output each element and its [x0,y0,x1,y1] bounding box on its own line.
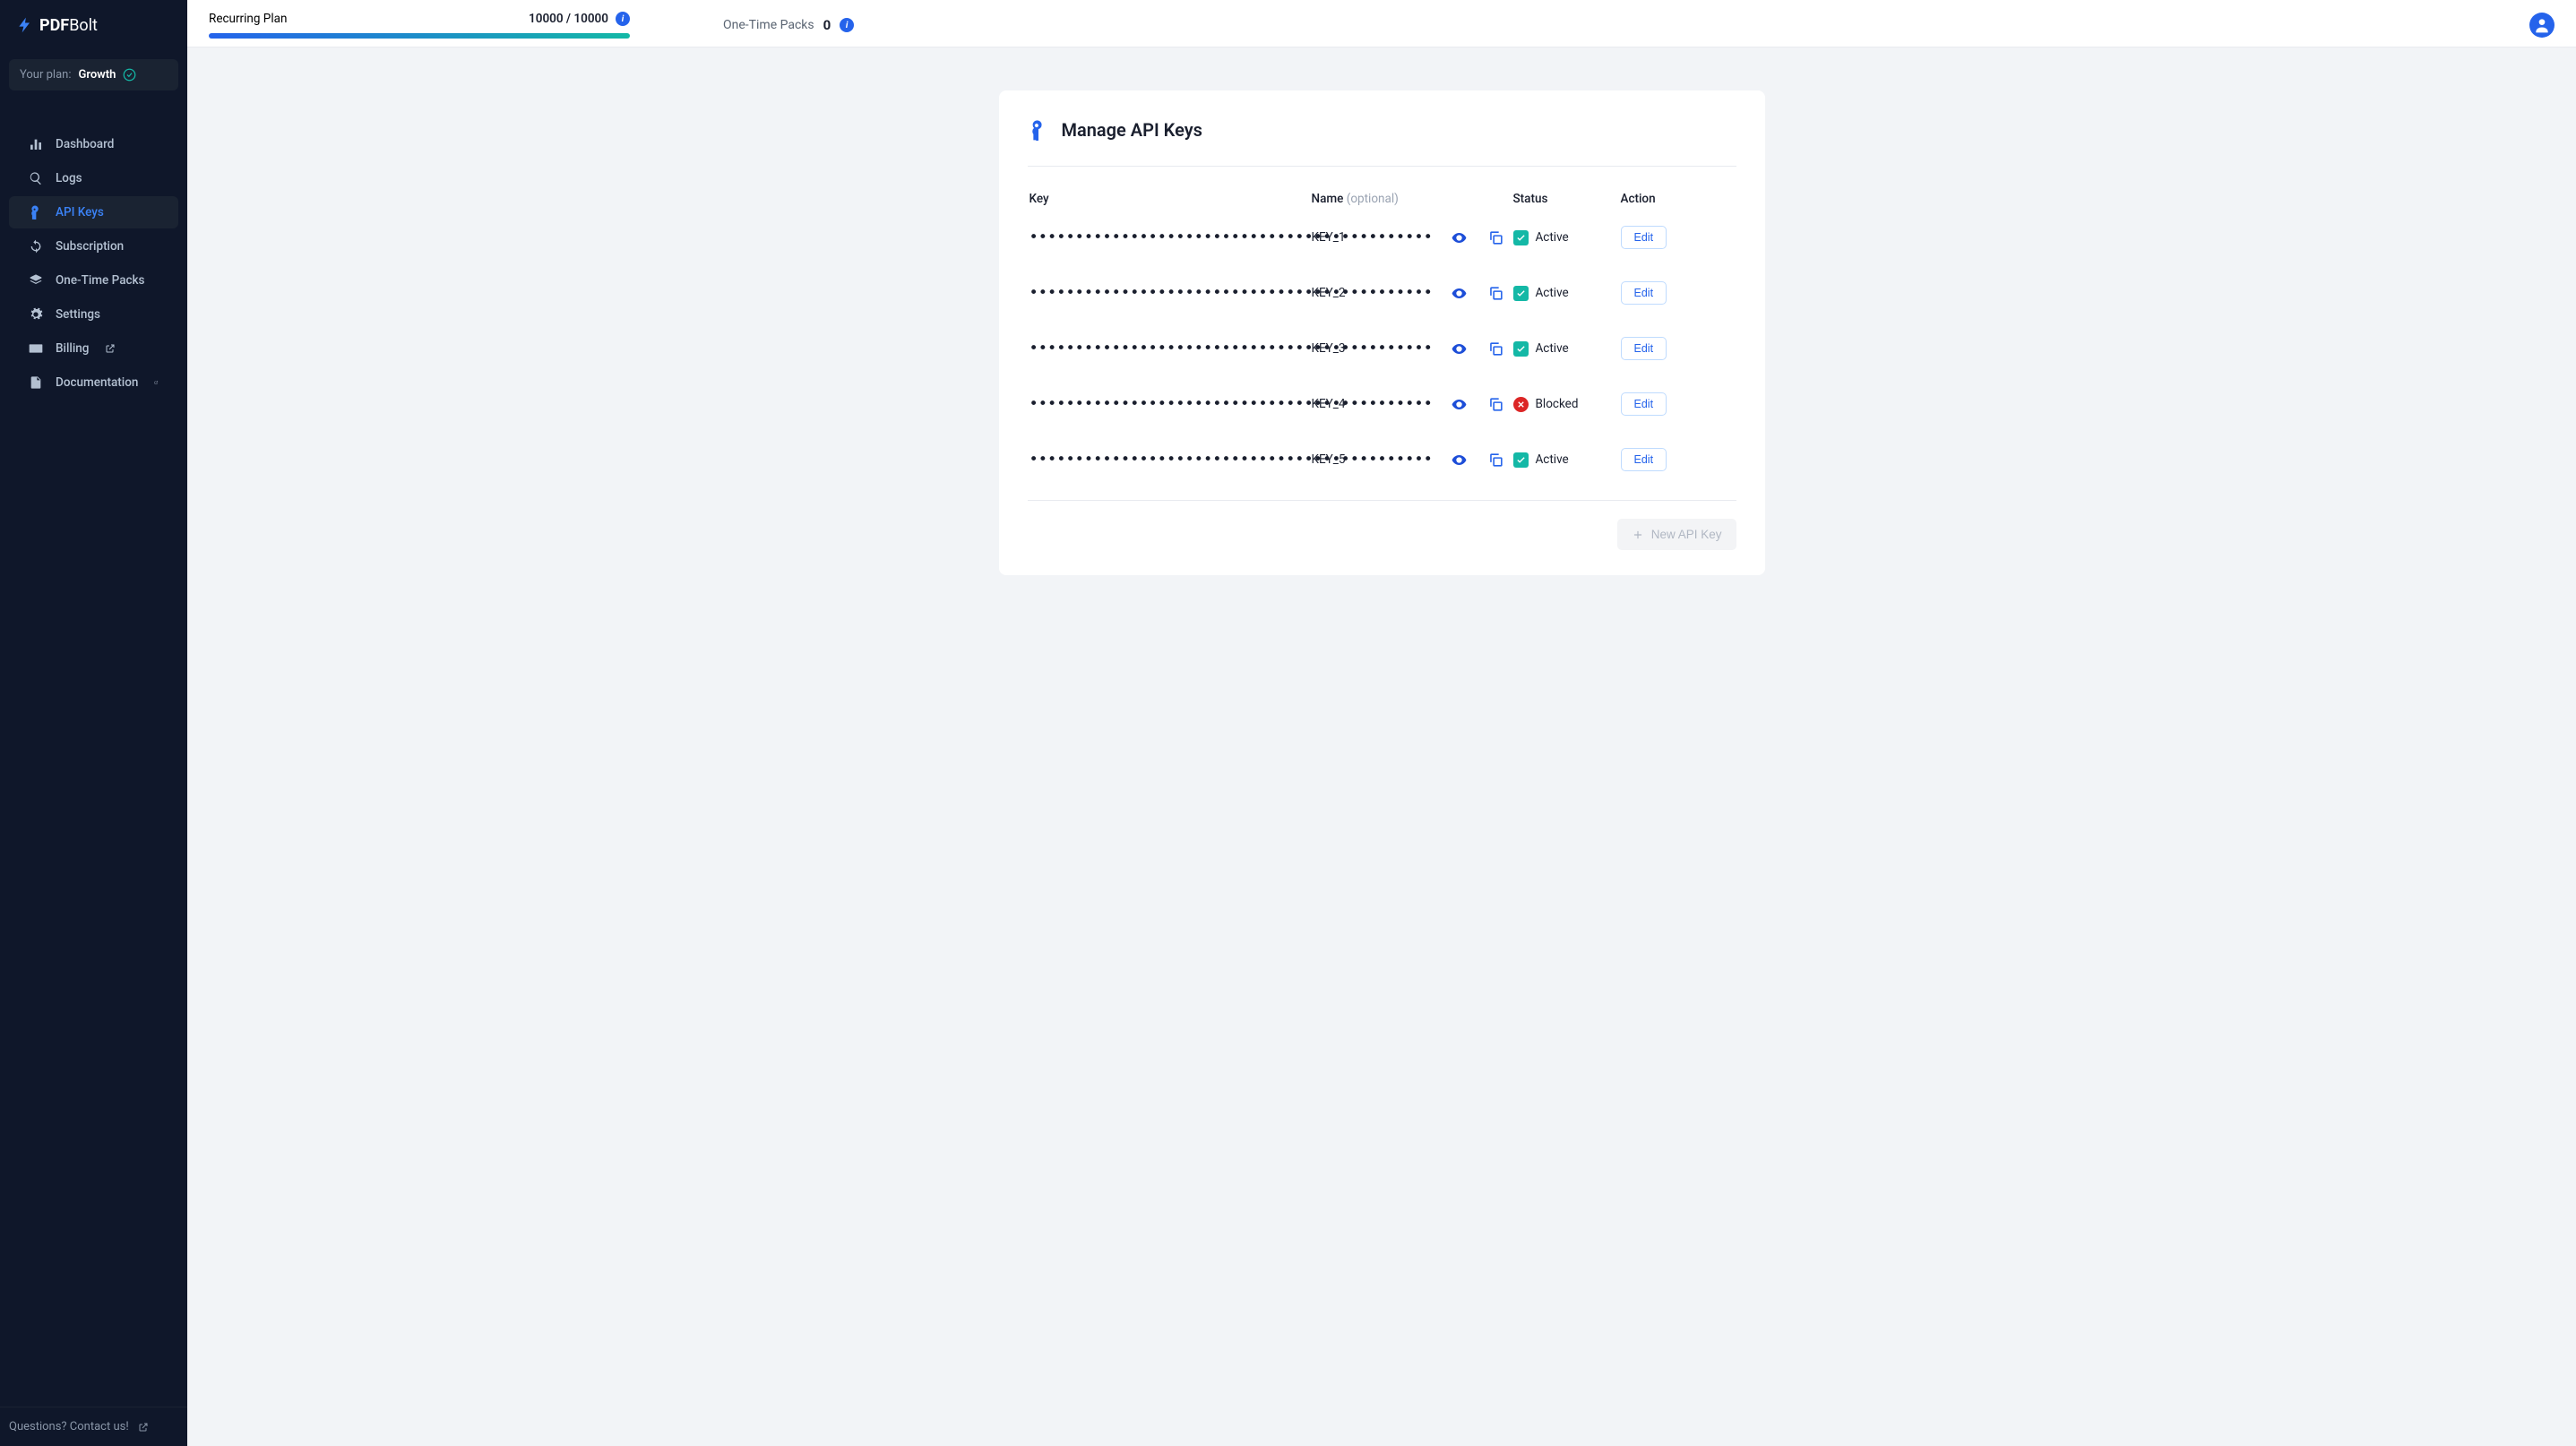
info-icon[interactable]: i [840,18,854,32]
packs-info: One-Time Packs 0 i [723,17,854,33]
key-name: KEY_3 [1312,341,1513,356]
new-api-key-button[interactable]: New API Key [1617,519,1736,550]
document-icon [29,375,43,390]
edit-button[interactable]: Edit [1621,448,1667,471]
key-name: KEY_2 [1312,286,1513,300]
bar-chart-icon [29,137,43,151]
avatar[interactable] [2529,13,2554,38]
sidebar-item-label: Documentation [56,375,138,390]
sidebar-item-dashboard[interactable]: Dashboard [9,128,178,160]
logo-text: PDFBolt [39,16,98,35]
check-icon [1513,341,1529,357]
check-circle-icon [123,68,136,82]
credit-card-icon [29,341,43,356]
sidebar-item-label: Subscription [56,239,124,254]
sidebar-item-api-keys[interactable]: API Keys [9,196,178,228]
table-row: ••••••••••••••••••••••••••••••••••••••••… [1028,432,1736,487]
gear-icon [29,307,43,322]
check-icon [1513,230,1529,245]
search-icon [29,171,43,185]
external-icon [138,1422,149,1433]
plan-badge: Your plan: Growth [9,59,178,90]
person-icon [2533,16,2551,34]
sidebar-item-label: Billing [56,341,89,356]
external-icon [105,343,116,354]
edit-button[interactable]: Edit [1621,281,1667,305]
sidebar-item-documentation[interactable]: Documentation [9,366,178,399]
status-cell: Active [1513,341,1621,357]
table-row: ••••••••••••••••••••••••••••••••••••••••… [1028,265,1736,321]
usage-meter: Recurring Plan 10000 / 10000 i [209,12,630,39]
plus-icon [1632,529,1644,541]
table-row: ••••••••••••••••••••••••••••••••••••••••… [1028,376,1736,432]
sidebar-item-settings[interactable]: Settings [9,298,178,331]
key-name: KEY_1 [1312,230,1513,245]
x-icon [1513,397,1529,412]
edit-button[interactable]: Edit [1621,337,1667,360]
contact-link[interactable]: Questions? Contact us! [0,1407,187,1446]
table-header: Key Name (optional) Status Action [1028,192,1736,210]
status-cell: Active [1513,230,1621,245]
sidebar-item-subscription[interactable]: Subscription [9,230,178,263]
info-icon[interactable]: i [616,12,630,26]
sidebar-item-label: Dashboard [56,137,114,151]
status-cell: Active [1513,286,1621,301]
sidebar-item-logs[interactable]: Logs [9,162,178,194]
topbar: Recurring Plan 10000 / 10000 i One-Time … [187,0,2576,47]
edit-button[interactable]: Edit [1621,226,1667,249]
external-icon [154,377,159,388]
sidebar-item-label: One-Time Packs [56,273,145,288]
status-cell: Active [1513,452,1621,468]
layers-icon [29,273,43,288]
status-cell: Blocked [1513,397,1621,412]
usage-label: Recurring Plan [209,12,287,26]
bolt-icon [16,14,34,36]
sidebar: PDFBolt Your plan: Growth Dashboard Logs A… [0,0,187,1446]
table-row: ••••••••••••••••••••••••••••••••••••••••… [1028,321,1736,376]
sidebar-item-label: API Keys [56,205,104,219]
page-title: Manage API Keys [1062,119,1202,141]
edit-button[interactable]: Edit [1621,392,1667,416]
sidebar-item-billing[interactable]: Billing [9,332,178,365]
key-icon [29,205,43,219]
key-icon [1028,119,1049,141]
usage-value: 10000 / 10000 [529,12,608,26]
table-row: ••••••••••••••••••••••••••••••••••••••••… [1028,210,1736,265]
refresh-icon [29,239,43,254]
key-name: KEY_5 [1312,452,1513,467]
progress-bar [209,33,630,39]
check-icon [1513,286,1529,301]
check-icon [1513,452,1529,468]
key-name: KEY_4 [1312,397,1513,411]
sidebar-item-one-time-packs[interactable]: One-Time Packs [9,264,178,297]
api-keys-card: Manage API Keys Key Name (optional) Stat… [999,90,1765,575]
sidebar-item-label: Settings [56,307,100,322]
logo[interactable]: PDFBolt [0,0,187,47]
sidebar-nav: Dashboard Logs API Keys Subscription One-Tim… [0,126,187,1407]
sidebar-item-label: Logs [56,171,82,185]
